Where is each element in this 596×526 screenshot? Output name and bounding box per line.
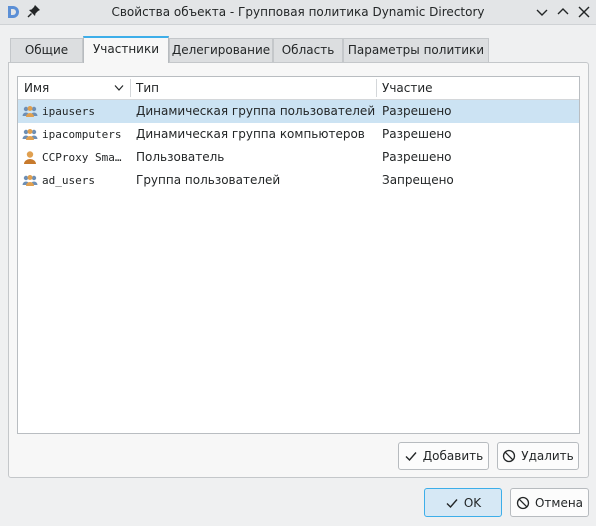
tab-general[interactable]: Общие <box>10 38 83 62</box>
minimize-button[interactable] <box>534 4 550 20</box>
cell-name: ad_users <box>42 174 95 187</box>
chevron-down-icon[interactable] <box>114 84 124 92</box>
close-icon <box>578 6 590 18</box>
window-title: Свойства объекта - Групповая политика Dy… <box>111 5 485 19</box>
cell-name: ipacomputers <box>42 128 122 141</box>
ok-button[interactable]: OK <box>424 488 502 517</box>
add-button[interactable]: Добавить <box>398 442 489 470</box>
cell-membership: Запрещено <box>382 173 454 187</box>
table-row[interactable]: ad_users Группа пользователей Запрещено <box>18 169 579 192</box>
tab-delegation[interactable]: Делегирование <box>169 38 273 62</box>
cell-name: ipausers <box>42 105 95 118</box>
user-icon <box>24 151 36 164</box>
cancel-icon <box>503 449 516 463</box>
add-button-label: Добавить <box>422 449 484 463</box>
tab-scope[interactable]: Область <box>273 38 343 62</box>
tab-members[interactable]: Участники <box>83 36 169 63</box>
table-row[interactable]: CCProxy Sma… Пользователь Разрешено <box>18 146 579 169</box>
column-header-name[interactable]: Имя <box>24 77 49 99</box>
close-button[interactable] <box>576 4 592 20</box>
title-bar: Свойства объекта - Групповая политика Dy… <box>0 0 596 25</box>
chevron-up-icon <box>557 8 569 15</box>
group-icon <box>22 129 38 140</box>
cell-type: Динамическая группа компьютеров <box>136 127 365 141</box>
cell-membership: Разрешено <box>382 104 452 118</box>
group-icon <box>22 175 38 186</box>
cell-membership: Разрешено <box>382 127 452 141</box>
cell-type: Динамическая группа пользователей <box>136 104 376 118</box>
cancel-button-label: Отмена <box>534 495 584 510</box>
ok-button-label: OK <box>463 495 482 510</box>
table-header: Имя Тип Участие <box>18 77 579 100</box>
remove-button-label: Удалить <box>521 449 574 463</box>
table-row[interactable]: ipacomputers Динамическая группа компьют… <box>18 123 579 146</box>
checkmark-icon <box>446 498 458 508</box>
remove-button[interactable]: Удалить <box>497 442 579 470</box>
column-header-membership[interactable]: Участие <box>382 77 433 99</box>
column-divider[interactable] <box>130 79 131 97</box>
cancel-button[interactable]: Отмена <box>510 488 589 517</box>
cell-membership: Разрешено <box>382 150 452 164</box>
column-divider[interactable] <box>376 79 377 97</box>
group-icon <box>22 106 38 117</box>
tab-policy-settings[interactable]: Параметры политики <box>343 38 489 62</box>
checkmark-icon <box>405 452 417 462</box>
cell-type: Пользователь <box>136 150 225 164</box>
cell-type: Группа пользователей <box>136 173 281 187</box>
table-row[interactable]: ipausers Динамическая группа пользовател… <box>18 100 579 123</box>
cancel-icon <box>516 496 530 509</box>
chevron-down-icon <box>536 9 548 16</box>
column-header-type[interactable]: Тип <box>136 77 159 99</box>
cell-name: CCProxy Sma… <box>42 151 122 164</box>
maximize-button[interactable] <box>555 4 571 20</box>
members-table[interactable]: Имя Тип Участие ipausers Динамическая гр… <box>17 76 580 434</box>
